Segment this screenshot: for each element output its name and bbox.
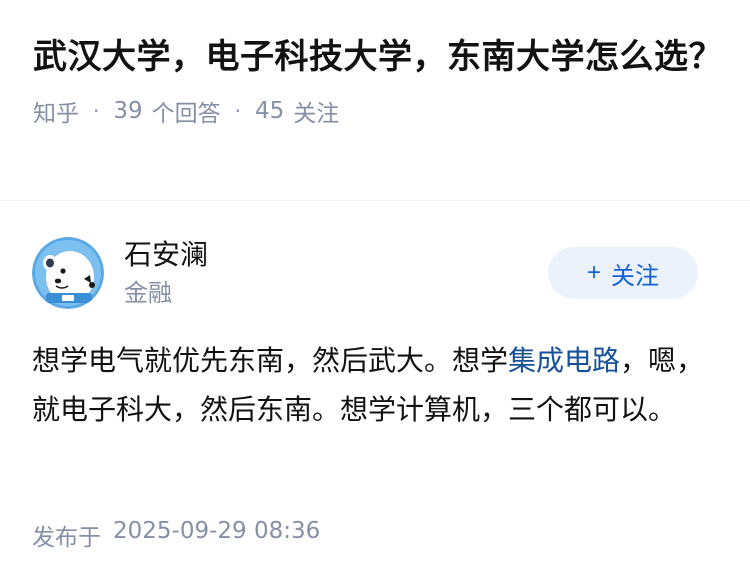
author-tag: 金融 — [124, 279, 172, 307]
question-header: 武汉大学，电子科技大学，东南大学怎么选？ 知乎 · 39 个回答 · 45 关注 — [33, 33, 723, 127]
integrated-circuit-link[interactable]: 集成电路 — [508, 344, 620, 377]
answer-count-label: 个回答 — [151, 101, 221, 127]
publish-date: 2025-09-29 08:36 — [113, 518, 321, 544]
follow-button-label: 关注 — [611, 262, 659, 290]
source-label: 知乎 — [33, 101, 79, 127]
author-info: 石安澜 金融 + 关注 — [32, 235, 702, 309]
follow-count-label: 关注 — [293, 101, 340, 127]
answer-content: 想学电气就优先东南，然后武大。想学集成电路，嗯，就电子科大，然后东南。想学计算机… — [32, 336, 712, 434]
plus-icon: + — [586, 259, 601, 286]
meta-separator: · — [234, 99, 241, 123]
section-divider — [0, 200, 750, 201]
meta-separator: · — [93, 99, 100, 123]
follow-count: 45 — [255, 98, 285, 124]
follow-button[interactable]: + 关注 — [548, 247, 698, 299]
publish-label: 发布于 — [32, 525, 101, 551]
polar-bear-avatar-icon — [32, 237, 104, 309]
avatar[interactable] — [32, 237, 104, 309]
publish-info: 发布于 2025-09-29 08:36 — [32, 518, 320, 552]
answer-text-1: 想学电气就优先东南，然后武大。想学 — [32, 344, 509, 377]
question-title[interactable]: 武汉大学，电子科技大学，东南大学怎么选？ — [33, 33, 723, 81]
question-meta: 知乎 · 39 个回答 · 45 关注 — [33, 95, 723, 127]
author-name[interactable]: 石安澜 — [124, 237, 208, 273]
answer-count: 39 — [113, 98, 143, 124]
